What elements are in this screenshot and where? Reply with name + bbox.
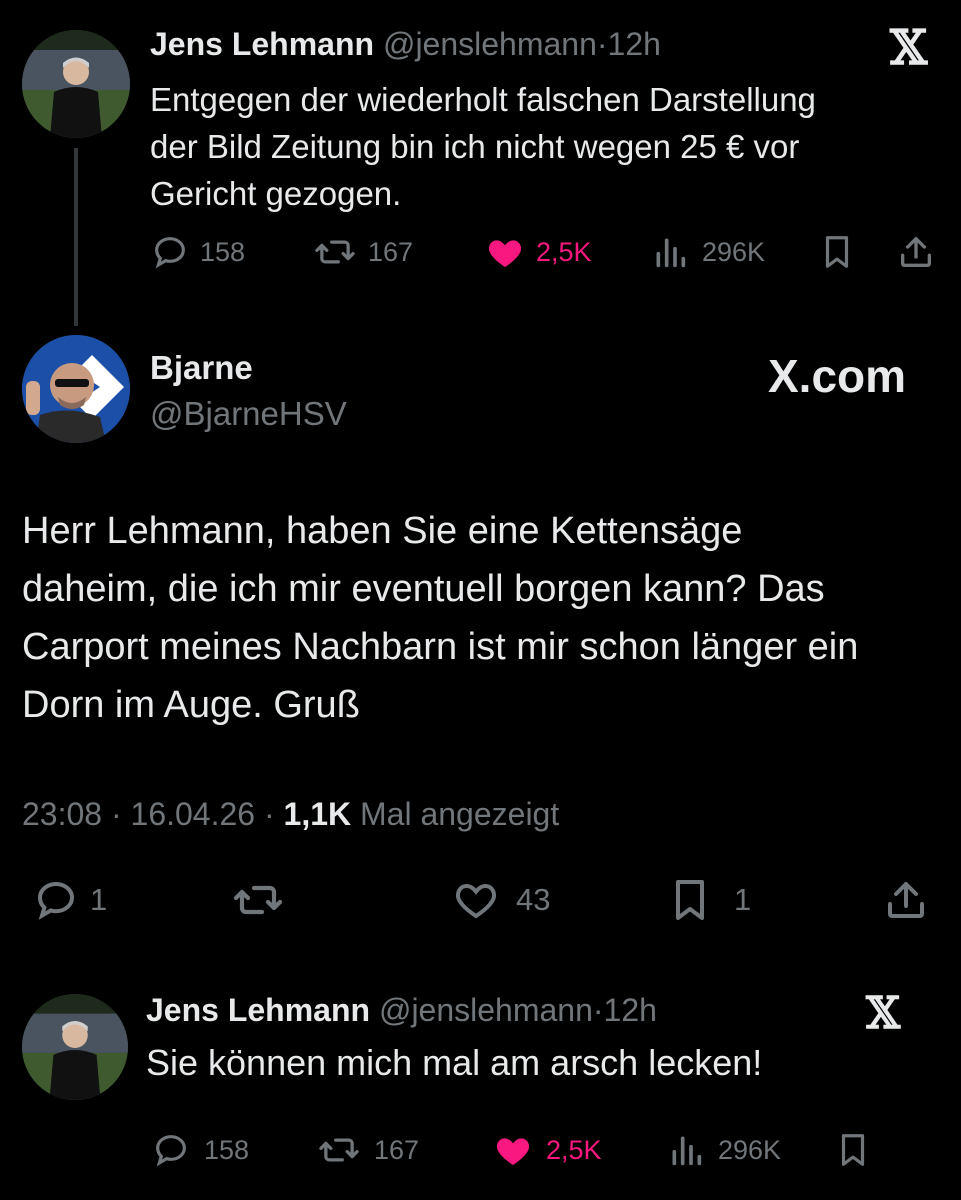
heart-icon bbox=[456, 883, 496, 919]
views-count: 296K bbox=[702, 236, 766, 267]
like-button[interactable]: 43 bbox=[450, 876, 550, 924]
avatar[interactable] bbox=[22, 994, 128, 1100]
tweet-text-line: Gericht gezogen. bbox=[150, 175, 402, 212]
author-handle[interactable]: @BjarneHSV bbox=[150, 395, 347, 433]
author-handle[interactable]: @jenslehmann bbox=[379, 992, 593, 1028]
views-button[interactable]: 296K bbox=[650, 232, 765, 272]
tweet-text-line: der Bild Zeitung bin ich nicht wegen 25 … bbox=[150, 128, 800, 165]
heart-icon bbox=[488, 240, 522, 267]
repost-icon bbox=[315, 240, 355, 264]
avatar[interactable] bbox=[22, 335, 130, 443]
tweet-meta: 23:08 · 16.04.26 · 1,1K Mal angezeigt bbox=[22, 796, 560, 832]
tweet-header: Jens Lehmann @jenslehmann·12h bbox=[146, 992, 657, 1029]
like-count: 2,5K bbox=[546, 1134, 602, 1165]
reply-icon bbox=[156, 1135, 186, 1167]
repost-count: 167 bbox=[374, 1134, 420, 1165]
tweet-text-line: Herr Lehmann, haben Sie eine Kettensäge bbox=[22, 510, 743, 552]
like-button[interactable]: 2,5K bbox=[484, 232, 592, 272]
views-count: 296K bbox=[718, 1134, 782, 1165]
reply-icon bbox=[155, 237, 185, 269]
reply-count: 1 bbox=[90, 882, 108, 917]
repost-button[interactable] bbox=[228, 876, 288, 924]
reply-button[interactable]: 1 bbox=[30, 876, 107, 924]
bookmark-count: 1 bbox=[734, 882, 752, 917]
tweet-text: Entgegen der wiederholt falschen Darstel… bbox=[150, 76, 940, 217]
brand-label: X.com bbox=[768, 350, 907, 402]
bookmark-icon bbox=[841, 1134, 865, 1166]
tweet-date[interactable]: 16.04.26 bbox=[131, 796, 256, 832]
author-name[interactable]: Bjarne bbox=[150, 349, 253, 387]
author-name[interactable]: Jens Lehmann bbox=[146, 992, 370, 1028]
repost-icon bbox=[233, 885, 283, 915]
tweet-time[interactable]: 23:08 bbox=[22, 796, 102, 832]
bookmark-button[interactable] bbox=[834, 1130, 872, 1170]
reply-count: 158 bbox=[200, 236, 246, 267]
timestamp[interactable]: 12h bbox=[608, 26, 661, 62]
tweet-text: Sie können mich mal am arsch lecken! bbox=[146, 1042, 763, 1083]
tweet-actions: 1 43 1 bbox=[30, 876, 940, 924]
share-icon bbox=[888, 882, 924, 918]
author-name[interactable]: Jens Lehmann bbox=[150, 26, 374, 62]
thread-line bbox=[74, 148, 78, 326]
repost-count: 167 bbox=[368, 236, 414, 267]
tweet-actions: 158 167 2,5K 296K bbox=[150, 1130, 940, 1170]
reply-button[interactable]: 158 bbox=[150, 232, 245, 272]
views-icon bbox=[656, 238, 686, 268]
bookmark-icon bbox=[825, 236, 849, 268]
author-handle[interactable]: @jenslehmann bbox=[383, 26, 597, 62]
reply-button[interactable]: 158 bbox=[150, 1130, 249, 1170]
like-count: 2,5K bbox=[536, 236, 592, 267]
tweet-text-line: Carport meines Nachbarn ist mir schon lä… bbox=[22, 626, 859, 668]
repost-button[interactable]: 167 bbox=[316, 1130, 419, 1170]
x-logo-icon: 𝕏 bbox=[866, 988, 901, 1039]
share-icon bbox=[901, 237, 931, 267]
repost-button[interactable]: 167 bbox=[312, 232, 413, 272]
tweet-text-line: Dorn im Auge. Gruß bbox=[22, 684, 360, 726]
views-label: Mal angezeigt bbox=[360, 796, 560, 832]
reply-count: 158 bbox=[204, 1134, 250, 1165]
like-count: 43 bbox=[516, 882, 551, 917]
tweet-actions: 158 167 2,5K 296K bbox=[150, 232, 940, 272]
bookmark-button[interactable] bbox=[818, 232, 856, 272]
avatar[interactable] bbox=[22, 30, 130, 138]
share-button[interactable] bbox=[882, 876, 930, 924]
separator: · bbox=[592, 992, 604, 1028]
views-count: 1,1K bbox=[283, 796, 352, 832]
views-button[interactable]: 296K bbox=[666, 1130, 781, 1170]
views-icon bbox=[672, 1136, 702, 1166]
reply-icon bbox=[37, 881, 75, 920]
bookmark-icon bbox=[676, 880, 704, 920]
repost-icon bbox=[319, 1138, 359, 1162]
tweet-text: Herr Lehmann, haben Sie eine Kettensäge … bbox=[22, 502, 952, 734]
tweet-text-line: Entgegen der wiederholt falschen Darstel… bbox=[150, 81, 816, 118]
like-button[interactable]: 2,5K bbox=[492, 1130, 602, 1170]
timestamp[interactable]: 12h bbox=[604, 992, 657, 1028]
heart-icon bbox=[496, 1138, 530, 1165]
share-button[interactable] bbox=[896, 232, 936, 272]
tweet-header: Jens Lehmann @jenslehmann·12h bbox=[150, 26, 661, 63]
x-logo-icon: 𝕏 bbox=[890, 20, 928, 76]
tweet-text-line: daheim, die ich mir eventuell borgen kan… bbox=[22, 568, 825, 610]
separator: · bbox=[596, 26, 608, 62]
bookmark-button[interactable]: 1 bbox=[666, 876, 751, 924]
